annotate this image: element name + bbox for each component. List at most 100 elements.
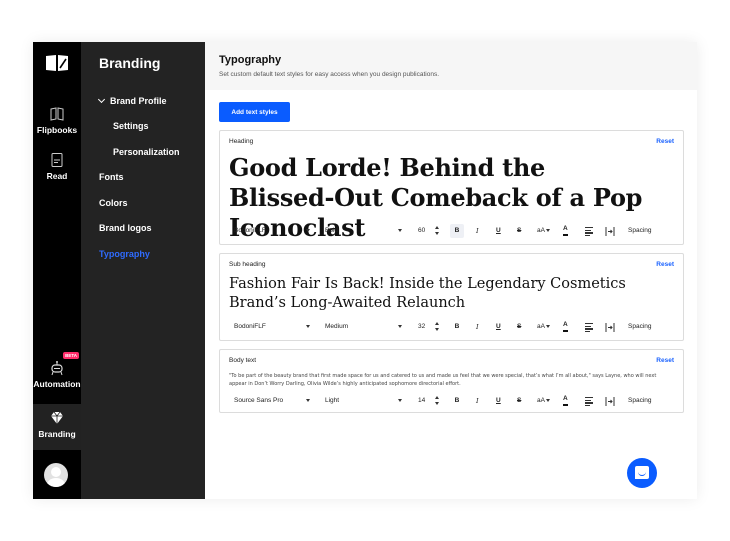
rail-item-branding[interactable]: Branding: [33, 404, 81, 450]
book-icon: [50, 107, 64, 121]
add-text-styles-button[interactable]: Add text styles: [219, 102, 290, 122]
align-left-icon[interactable]: [585, 323, 593, 333]
page-subtitle: Set custom default text styles for easy …: [219, 71, 440, 78]
font-size-input[interactable]: 32: [418, 320, 425, 334]
avatar-body: [47, 478, 65, 487]
diamond-icon: [51, 411, 63, 424]
app-rail: Flipbooks Read BETA Automation Branding: [33, 42, 81, 499]
rail-item-automation[interactable]: BETA Automation: [33, 352, 81, 389]
letter-spacing-icon[interactable]: [605, 397, 615, 406]
chat-smile: [638, 472, 646, 476]
font-weight-select[interactable]: Light: [325, 394, 339, 408]
strikethrough-button[interactable]: S: [517, 394, 521, 408]
italic-button[interactable]: I: [476, 224, 479, 238]
bold-button[interactable]: B: [450, 320, 464, 334]
spacing-button[interactable]: Spacing: [628, 224, 652, 238]
underline-button[interactable]: U: [496, 320, 501, 334]
strikethrough-button[interactable]: S: [517, 224, 521, 238]
nav-item-typography[interactable]: Typography: [99, 249, 150, 259]
branding-nav: Branding Brand Profile Settings Personal…: [81, 42, 205, 499]
rail-item-label: Branding: [38, 429, 76, 439]
rail-item-read[interactable]: Read: [33, 152, 81, 181]
chevron-down-icon[interactable]: [546, 325, 550, 328]
size-stepper-icon[interactable]: [434, 396, 440, 406]
chevron-down-icon[interactable]: [398, 229, 402, 232]
style-card-subheading: Sub heading Reset Fashion Fair Is Back! …: [219, 253, 684, 341]
style-label: Heading: [229, 138, 254, 145]
rail-item-label: Flipbooks: [36, 125, 78, 135]
reset-button[interactable]: Reset: [656, 261, 674, 268]
nav-item-fonts[interactable]: Fonts: [99, 172, 124, 182]
reset-button[interactable]: Reset: [656, 138, 674, 145]
robot-icon: [51, 361, 63, 376]
chat-launcher-button[interactable]: [627, 458, 657, 488]
document-icon: [51, 153, 63, 167]
size-stepper-icon[interactable]: [434, 226, 440, 236]
page-title: Typography: [219, 54, 282, 66]
italic-button[interactable]: I: [476, 320, 479, 334]
main-content: Typography Set custom default text style…: [205, 42, 697, 499]
chat-icon: [635, 466, 649, 479]
font-family-select[interactable]: BodoniFLF: [234, 224, 266, 238]
chevron-down-icon[interactable]: [546, 229, 550, 232]
text-case-select[interactable]: aA: [537, 394, 545, 408]
app-window: Flipbooks Read BETA Automation Branding …: [33, 42, 697, 499]
style-label: Sub heading: [229, 261, 266, 268]
font-weight-select[interactable]: Bold: [325, 224, 338, 238]
chevron-down-icon[interactable]: [306, 325, 310, 328]
text-color-button[interactable]: A: [563, 224, 568, 236]
style-card-heading: Heading Reset Good Lorde! Behind the Bli…: [219, 130, 684, 245]
text-color-button[interactable]: A: [563, 394, 568, 406]
letter-spacing-icon[interactable]: [605, 323, 615, 332]
font-family-select[interactable]: BodoniFLF: [234, 320, 266, 334]
nav-item-brand-logos[interactable]: Brand logos: [99, 223, 152, 233]
font-family-select[interactable]: Source Sans Pro: [234, 394, 283, 408]
nav-title: Branding: [99, 55, 161, 71]
strikethrough-button[interactable]: S: [517, 320, 521, 334]
style-card-body: Body text Reset "To be part of the beaut…: [219, 349, 684, 413]
chevron-down-icon[interactable]: [546, 399, 550, 402]
logo-icon[interactable]: [45, 54, 69, 72]
chevron-down-icon[interactable]: [398, 325, 402, 328]
rail-item-flipbooks[interactable]: Flipbooks: [33, 106, 81, 135]
bold-button[interactable]: B: [450, 224, 464, 238]
page-header: Typography Set custom default text style…: [205, 42, 697, 90]
nav-item-personalization[interactable]: Personalization: [113, 147, 180, 157]
chevron-down-icon[interactable]: [398, 399, 402, 402]
nav-item-settings[interactable]: Settings: [113, 121, 149, 131]
nav-item-colors[interactable]: Colors: [99, 198, 128, 208]
italic-button[interactable]: I: [476, 394, 479, 408]
user-avatar[interactable]: [44, 463, 68, 487]
chevron-down-icon: [97, 95, 106, 104]
chevron-down-icon[interactable]: [306, 229, 310, 232]
spacing-button[interactable]: Spacing: [628, 320, 652, 334]
text-case-select[interactable]: aA: [537, 224, 545, 238]
align-left-icon[interactable]: [585, 227, 593, 237]
text-case-select[interactable]: aA: [537, 320, 545, 334]
subheading-sample-text[interactable]: Fashion Fair Is Back! Inside the Legenda…: [229, 275, 649, 313]
rail-item-label: Read: [46, 171, 68, 181]
font-size-input[interactable]: 14: [418, 394, 425, 408]
text-color-button[interactable]: A: [563, 320, 568, 332]
style-toolbar: BodoniFLF Bold 60 B I U S aA A Spacing: [220, 224, 683, 238]
align-left-icon[interactable]: [585, 397, 593, 407]
letter-spacing-icon[interactable]: [605, 227, 615, 236]
style-toolbar: Source Sans Pro Light 14 B I U S aA A Sp…: [220, 394, 683, 408]
style-toolbar: BodoniFLF Medium 32 B I U S aA A Spacing: [220, 320, 683, 334]
body-sample-text[interactable]: "To be part of the beauty brand that fir…: [229, 372, 674, 388]
underline-button[interactable]: U: [496, 224, 501, 238]
rail-item-label: Automation: [33, 379, 81, 389]
font-weight-select[interactable]: Medium: [325, 320, 348, 334]
beta-badge: BETA: [63, 352, 79, 359]
avatar-head: [51, 467, 61, 477]
style-label: Body text: [229, 357, 257, 364]
nav-item-label: Brand Profile: [110, 96, 167, 106]
nav-item-brand-profile[interactable]: Brand Profile: [97, 95, 167, 106]
font-size-input[interactable]: 60: [418, 224, 425, 238]
spacing-button[interactable]: Spacing: [628, 394, 652, 408]
reset-button[interactable]: Reset: [656, 357, 674, 364]
underline-button[interactable]: U: [496, 394, 501, 408]
bold-button[interactable]: B: [450, 394, 464, 408]
chevron-down-icon[interactable]: [306, 399, 310, 402]
size-stepper-icon[interactable]: [434, 322, 440, 332]
